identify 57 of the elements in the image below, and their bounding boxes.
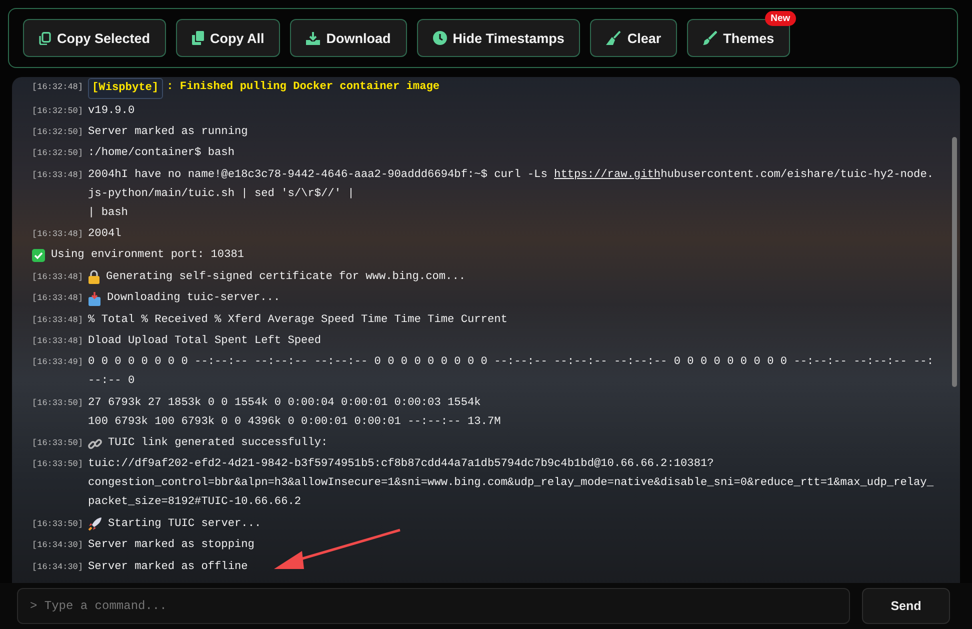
timestamp: [16:33:49] xyxy=(32,356,84,370)
timestamp: [16:32:50] xyxy=(32,147,84,160)
timestamp: [16:33:48] xyxy=(32,334,84,348)
toolbar-button[interactable]: Copy All xyxy=(176,19,280,57)
log-message: Dload Upload Total Spent Left Speed xyxy=(88,334,322,349)
lock-icon xyxy=(88,270,100,284)
log-message: 2004hI have no name!@e18c3c78-9442-4646-aaa2-90addd6694bf:~$ curl -Ls https://raw.githhubusercontent.com/eishare/tuic-hy2-node.js-python/main/tuic.sh | sed 's/\r$//' | | bash xyxy=(88,168,935,221)
log-message: Downloading tuic-server... xyxy=(107,291,282,306)
source-tag: [Wispbyte] xyxy=(88,78,163,100)
log-message: Server marked as offline xyxy=(88,560,249,575)
toolbar-button[interactable]: Copy Selected xyxy=(23,19,166,57)
timestamp: [16:33:48] xyxy=(32,292,84,306)
timestamp: [16:33:50] xyxy=(32,396,84,410)
timestamp: [16:32:50] xyxy=(32,104,84,118)
check-icon xyxy=(32,249,45,262)
inbox-icon xyxy=(88,292,102,306)
clock-icon xyxy=(432,31,447,45)
log-message: Starting TUIC server... xyxy=(108,516,262,532)
log-message: v19.9.0 xyxy=(88,104,136,119)
toolbar-button[interactable]: Clear xyxy=(590,19,678,57)
log-message: Using environment port: 10381 xyxy=(51,248,246,264)
log-message: : Finished pulling Docker container image xyxy=(166,80,441,96)
download-icon xyxy=(306,32,320,44)
toolbar-button[interactable]: Hide Timestamps xyxy=(416,19,580,57)
url-link[interactable]: https://raw.gith xyxy=(554,168,661,181)
log-message: Server marked as stopping xyxy=(88,538,256,554)
scrollbar-thumb[interactable] xyxy=(952,137,957,387)
command-input[interactable]: > Type a command... xyxy=(17,588,850,624)
link-icon xyxy=(88,436,102,451)
log-message: 27 6793k 27 1853k 0 0 1554k 0 0:00:04 0:00:01 0:00:03 1554k 100 6793k 100 6793k 0 0 4396k 0 0:00:01 0:00:01 --:--:-- 13.7M xyxy=(88,396,502,430)
timestamp: [16:33:48] xyxy=(32,270,84,284)
rocket-icon xyxy=(88,517,102,532)
timestamp: [16:33:50] xyxy=(32,437,84,450)
send-button[interactable]: Send xyxy=(862,588,950,624)
log-message: tuic://df9af202-efd2-4d21-9842-b3f5974951b5:cf8b87cdd44a7a1db5794dc7b9c4b1bd@10.66.66.2:10381? congestion_control=bbr&alpn=h3&allowInsecure=1&sni=www.bing.com&udp_relay_mode=native&disable_sni=0&reduce_rtt=1&max_udp_relay_packet_size=8192#TUIC-10.66.66.2 xyxy=(88,457,934,510)
timestamp: [16:34:30] xyxy=(32,560,84,574)
paintbrush-icon xyxy=(703,31,718,45)
copy-icon xyxy=(39,32,51,44)
timestamp: [16:33:50] xyxy=(32,518,84,531)
broom-icon xyxy=(606,31,622,45)
log-message: :/home/container$ bash xyxy=(88,146,236,162)
log-message: Server marked as running xyxy=(88,124,249,140)
timestamp: [16:32:48] xyxy=(32,81,84,94)
timestamp: [16:33:48] xyxy=(32,168,84,182)
log-message: 0 0 0 0 0 0 0 0 --:--:-- --:--:-- --:--:-- 0 0 0 0 0 0 0 0 0 --:--:-- --:--:-- --:--:-- 0 0 0 0 0 0 0 0 0 --:--:-- --:--:-- --:--:-- 0 xyxy=(88,355,934,390)
log-message: TUIC link generated successfully: xyxy=(108,436,329,452)
documents-icon xyxy=(192,31,204,45)
timestamp: [16:32:50] xyxy=(32,126,84,139)
log-message: 2004l xyxy=(88,227,122,242)
log-message: Generating self-signed certificate for www.bing.com... xyxy=(106,270,467,285)
timestamp: [16:33:48] xyxy=(32,314,84,327)
new-badge: New xyxy=(764,11,796,26)
timestamp: [16:33:50] xyxy=(32,458,84,472)
toolbar-button[interactable]: Download xyxy=(290,19,407,57)
timestamp: [16:33:48] xyxy=(32,228,84,242)
timestamp: [16:34:30] xyxy=(32,539,84,552)
log-message: % Total % Received % Xferd Average Speed Time Time Time Current xyxy=(88,312,508,328)
